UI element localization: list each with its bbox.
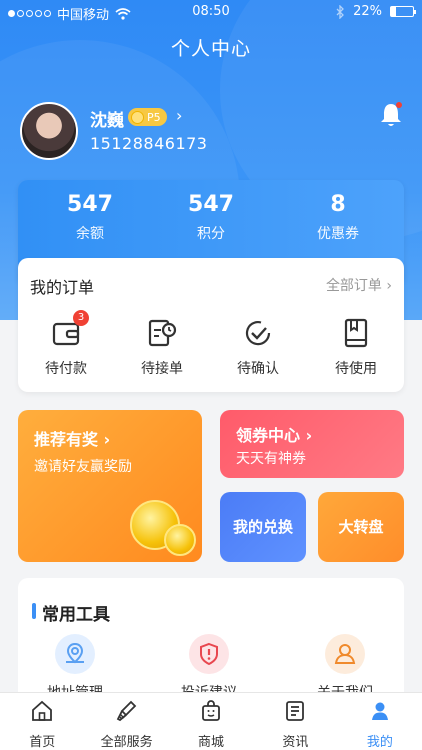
order-label: 待使用 <box>335 361 377 377</box>
tab-mall[interactable]: 商城 <box>169 693 253 750</box>
coin-icon <box>131 110 144 124</box>
bluetooth-icon <box>336 4 345 19</box>
tab-bar: 首页 全部服务 商城 资讯 我的 <box>0 692 422 750</box>
notification-dot <box>396 102 402 108</box>
brush-icon <box>116 700 136 722</box>
tab-home[interactable]: 首页 <box>0 693 84 750</box>
stat-label: 余额 <box>76 226 104 242</box>
tab-label: 资讯 <box>282 735 309 750</box>
level-badge[interactable]: P5 <box>128 108 167 126</box>
chevron-right-icon[interactable]: › <box>176 106 182 125</box>
order-pending-accept[interactable]: 待接单 <box>114 316 210 378</box>
stat-balance[interactable]: 547 余额 <box>26 192 154 243</box>
stat-value: 547 <box>188 192 234 217</box>
all-orders-link[interactable]: 全部订单 › <box>326 275 392 295</box>
promo-subtitle: 天天有神券 <box>236 451 306 467</box>
orders-title: 我的订单 <box>30 278 95 297</box>
stat-value: 547 <box>67 192 113 217</box>
chevron-right-icon: › <box>103 430 111 449</box>
tab-label: 全部服务 <box>100 735 153 750</box>
status-bar: 中国移动 08:50 22% <box>0 0 422 24</box>
promo-coupon-center[interactable]: 领券中心 › 天天有神券 <box>220 410 404 478</box>
stat-value: 8 <box>330 192 346 217</box>
battery-percent: 22% <box>353 4 382 19</box>
all-orders-label: 全部订单 <box>325 278 382 294</box>
profile-icon <box>371 702 388 720</box>
chevron-right-icon: › <box>305 426 313 445</box>
shield-alert-icon <box>200 642 218 666</box>
location-icon <box>66 642 84 664</box>
promo-title: 推荐有奖 <box>34 430 99 449</box>
home-icon <box>32 700 53 721</box>
promo-title: 我的兑换 <box>232 518 293 536</box>
stat-label: 积分 <box>197 226 225 242</box>
coin-icon <box>164 524 196 556</box>
phone-number: 15128846173 <box>90 134 208 153</box>
orders-card: 我的订单 全部订单 › 3 待付款 待接单 待确认 待使用 <box>18 258 404 392</box>
stat-points[interactable]: 547 积分 <box>147 192 275 243</box>
book-icon <box>344 318 368 348</box>
order-pending-confirm[interactable]: 待确认 <box>210 316 306 378</box>
order-label: 待确认 <box>237 361 279 377</box>
user-icon <box>334 644 356 664</box>
promo-title: 大转盘 <box>338 518 384 536</box>
page-title: 个人中心 <box>170 38 251 60</box>
shopping-bag-icon <box>202 700 220 721</box>
news-icon <box>286 701 305 721</box>
tab-label: 首页 <box>29 735 56 750</box>
order-to-use[interactable]: 待使用 <box>308 316 404 378</box>
bell-icon[interactable] <box>376 100 406 130</box>
tab-mine[interactable]: 我的 <box>338 693 422 750</box>
stat-label: 优惠券 <box>317 226 359 242</box>
order-badge: 3 <box>73 310 89 326</box>
promo-my-exchange[interactable]: 我的兑换 <box>220 492 306 562</box>
promo-title: 领券中心 <box>236 426 301 445</box>
tab-label: 商城 <box>198 735 225 750</box>
order-label: 待接单 <box>141 361 183 377</box>
stat-coupons[interactable]: 8 优惠券 <box>274 192 402 243</box>
check-circle-icon <box>245 320 271 346</box>
level-label: P5 <box>147 110 161 124</box>
tab-all-services[interactable]: 全部服务 <box>84 693 168 750</box>
tab-news[interactable]: 资讯 <box>253 693 337 750</box>
order-label: 待付款 <box>45 361 87 377</box>
tools-title: 常用工具 <box>32 600 110 625</box>
chevron-right-icon: › <box>386 278 392 294</box>
avatar[interactable] <box>20 102 78 160</box>
order-pending-payment[interactable]: 3 待付款 <box>18 310 114 378</box>
clock-document-icon <box>148 319 177 347</box>
user-name[interactable]: 沈巍 <box>90 106 124 131</box>
battery-icon <box>390 6 416 17</box>
promo-subtitle: 邀请好友赢奖励 <box>34 459 132 475</box>
promo-recommend-reward[interactable]: 推荐有奖 › 邀请好友赢奖励 <box>18 410 202 562</box>
tab-label: 我的 <box>366 735 393 750</box>
promo-lucky-wheel[interactable]: 大转盘 <box>318 492 404 562</box>
